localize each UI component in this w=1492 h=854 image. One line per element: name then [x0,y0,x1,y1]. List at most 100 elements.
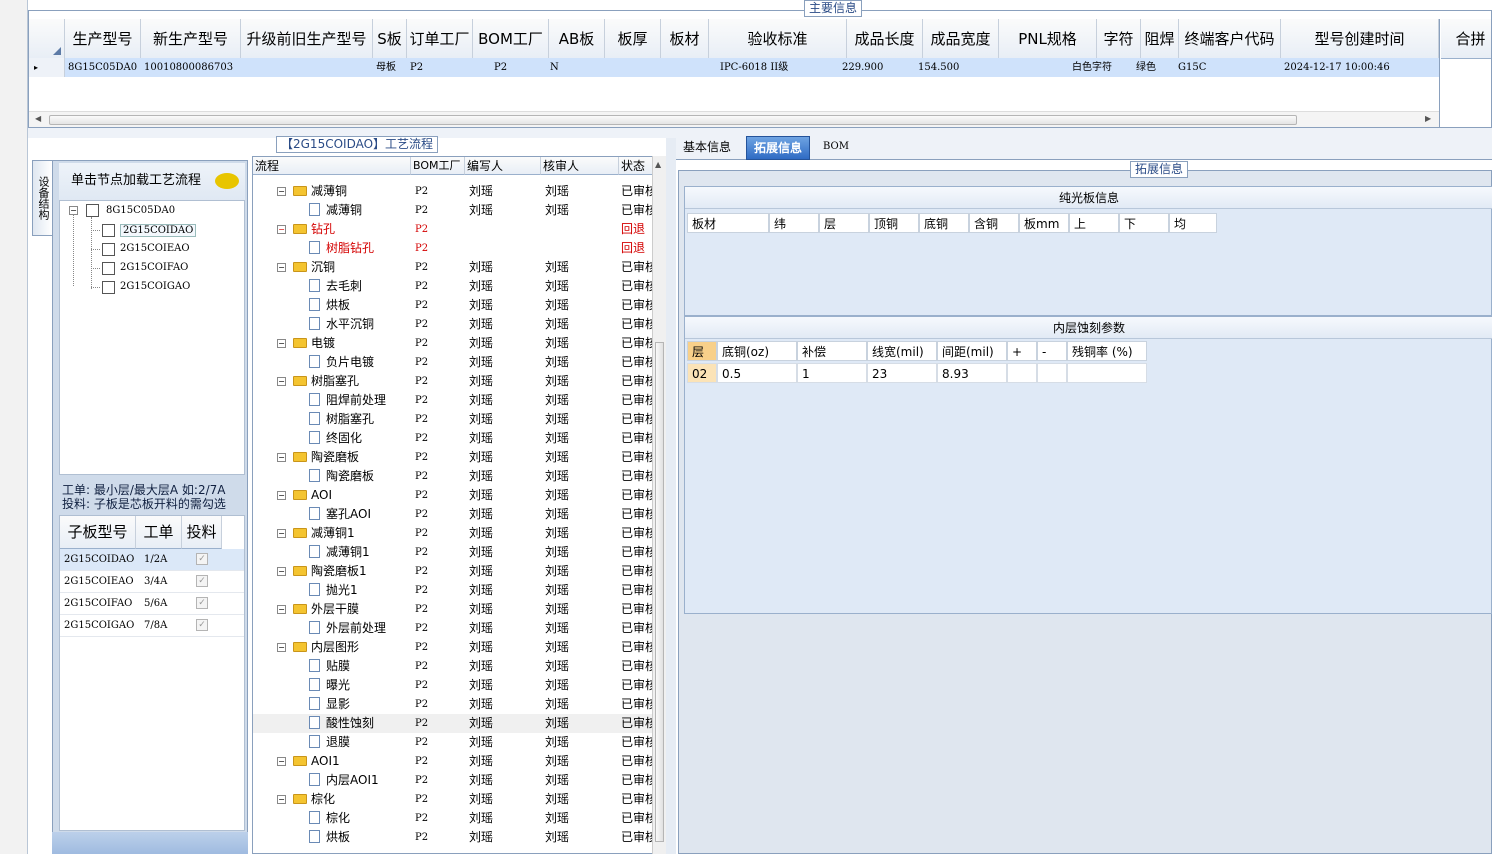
feed-checkbox[interactable]: ✓ [196,597,208,609]
collapse-icon[interactable]: − [277,529,286,538]
feed-checkbox[interactable]: ✓ [196,553,208,565]
row-cell-10[interactable]: 229.900 [839,58,915,77]
main-info-grid[interactable]: 生产型号 新生产型号 升级前旧生产型号 S板 订单工厂 BOM工厂 AB板 板厚 板材 验收标准成… [28,10,1492,128]
tree-node[interactable]: 2G15COIFAO [120,262,188,273]
collapse-icon[interactable]: − [277,491,286,500]
scrollbar-thumb[interactable] [49,115,1297,125]
collapse-icon[interactable]: − [277,605,286,614]
row-cell-17[interactable] [1441,58,1491,77]
collapse-icon[interactable]: − [277,187,286,196]
process-row[interactable]: 电镀 − P2 刘瑶 刘瑶 已审核 [253,334,653,353]
process-row[interactable]: 阻焊前处理 P2 刘瑶 刘瑶 已审核 [253,391,653,410]
row-cell-1[interactable]: 10010800086703 [141,58,241,77]
collapse-icon[interactable]: − [69,206,78,215]
col-header-16[interactable]: 型号创建时间 [1281,19,1439,59]
detail-tabs[interactable]: 基本信息 拓展信息 BOM [676,136,1492,160]
row-cell-15[interactable]: G15C [1175,58,1277,77]
col-header-13[interactable]: 字符 [1097,19,1141,59]
process-row[interactable]: 终固化 P2 刘瑶 刘瑶 已审核 [253,429,653,448]
tree-node[interactable]: 2G15COIEAO [120,243,190,254]
etch-cell-2[interactable]: 1 [797,363,867,383]
collapse-icon[interactable]: − [277,225,286,234]
col-header-14[interactable]: 阻焊 [1141,19,1179,59]
process-row[interactable]: 负片电镀 P2 刘瑶 刘瑶 已审核 [253,353,653,372]
collapse-icon[interactable]: − [277,757,286,766]
etch-cell-4[interactable]: 8.93 [937,363,1007,383]
row-cell-2[interactable] [241,58,373,77]
sub-row[interactable]: 2G15COIEAO 3/4A ✓ [60,571,244,593]
etch-cell-0[interactable]: 02 [687,363,717,383]
tree-root[interactable]: 8G15C05DA0 [106,205,175,216]
col-header-10[interactable]: 成品长度 [847,19,923,59]
sub-row[interactable]: 2G15COIGAO 7/8A ✓ [60,615,244,637]
process-row[interactable]: 显影 P2 刘瑶 刘瑶 已审核 [253,695,653,714]
sub-row[interactable]: 2G15COIDAO 1/2A ✓ [60,549,244,571]
collapse-icon[interactable]: − [277,339,286,348]
etch-cell-3[interactable]: 23 [867,363,937,383]
sub-header-1[interactable]: 工单 [136,516,182,549]
collapse-icon[interactable]: − [277,263,286,272]
process-scrollbar[interactable]: ▲ [652,156,666,854]
col-header-15[interactable]: 终端客户代码 [1179,19,1281,59]
col-header-3[interactable]: S板 [373,19,407,59]
scroll-left-icon[interactable]: ◀ [35,114,41,123]
process-row[interactable]: 烘板 P2 刘瑶 刘瑶 已审核 [253,828,653,847]
process-row[interactable]: 减薄铜1 P2 刘瑶 刘瑶 已审核 [253,543,653,562]
device-structure-tab[interactable]: 设备结构 [32,160,52,236]
tree-node[interactable]: 2G15COIDAO [120,224,197,237]
process-row[interactable]: 内层AOI1 P2 刘瑶 刘瑶 已审核 [253,771,653,790]
tab-extended-info[interactable]: 拓展信息 [746,136,811,160]
process-tree-grid[interactable]: 流程BOM工厂编写人核审人状态 减薄铜−P2刘瑶刘瑶已审核减薄铜P2刘瑶刘瑶已审… [252,156,666,854]
col-header-7[interactable]: 板厚 [605,19,661,59]
sub-header-0[interactable]: 子板型号 [60,516,136,549]
process-row[interactable]: 棕化 P2 刘瑶 刘瑶 已审核 [253,809,653,828]
process-header-0[interactable]: 流程 [253,157,411,175]
sub-header-2[interactable]: 投料 [182,516,222,549]
scroll-up-icon[interactable]: ▲ [655,160,661,169]
col-header-1[interactable]: 新生产型号 [141,19,241,59]
etch-cell-5[interactable] [1007,363,1037,383]
col-header-12[interactable]: PNL规格 [999,19,1097,59]
process-row[interactable]: 烘板 P2 刘瑶 刘瑶 已审核 [253,296,653,315]
sub-board-grid[interactable]: 子板型号 工单 投料 2G15COIDAO 1/2A ✓ 2G15COIEAO 3/4A ✓ 2… [59,515,245,831]
row-cell-14[interactable]: 绿色 [1133,58,1171,77]
process-row[interactable]: 树脂钻孔 P2 回退 [253,239,653,258]
row-cell-13[interactable]: 白色字符 [1069,58,1113,77]
collapse-icon[interactable]: − [277,377,286,386]
col-header-2[interactable]: 升级前旧生产型号 [241,19,373,59]
row-cell-7[interactable] [605,58,661,77]
tab-basic-info[interactable]: 基本信息 [676,136,738,160]
process-row[interactable]: 外层前处理 P2 刘瑶 刘瑶 已审核 [253,619,653,638]
vertical-splitter[interactable] [666,138,676,854]
process-row[interactable]: 陶瓷磨板 P2 刘瑶 刘瑶 已审核 [253,467,653,486]
process-row[interactable]: 陶瓷磨板 − P2 刘瑶 刘瑶 已审核 [253,448,653,467]
collapse-icon[interactable]: − [277,567,286,576]
tree-node[interactable]: 2G15COIGAO [120,281,190,292]
process-header-1[interactable]: BOM工厂 [411,157,465,175]
col-header-0[interactable]: 生产型号 [65,19,141,59]
row-cell-8[interactable] [661,58,709,77]
process-row[interactable]: 退膜 P2 刘瑶 刘瑶 已审核 [253,733,653,752]
process-header-4[interactable]: 状态 [619,157,653,175]
col-header-4[interactable]: 订单工厂 [407,19,473,59]
feed-checkbox[interactable]: ✓ [196,575,208,587]
process-row[interactable]: 内层图形 − P2 刘瑶 刘瑶 已审核 [253,638,653,657]
process-row[interactable]: 陶瓷磨板1 − P2 刘瑶 刘瑶 已审核 [253,562,653,581]
row-cell-3[interactable]: 母板 [373,58,407,77]
process-row[interactable]: 棕化 − P2 刘瑶 刘瑶 已审核 [253,790,653,809]
collapse-icon[interactable]: − [277,795,286,804]
col-header-9[interactable]: 验收标准 [709,19,847,59]
process-row[interactable]: 减薄铜1 − P2 刘瑶 刘瑶 已审核 [253,524,653,543]
process-row[interactable]: AOI − P2 刘瑶 刘瑶 已审核 [253,486,653,505]
process-row[interactable]: 去毛刺 P2 刘瑶 刘瑶 已审核 [253,277,653,296]
horizontal-scrollbar[interactable]: ◀ ▶ [29,111,1439,127]
col-header-8[interactable]: 板材 [661,19,709,59]
row-cell-0[interactable]: 8G15C05DA0 [65,58,141,77]
process-row[interactable]: 抛光1 P2 刘瑶 刘瑶 已审核 [253,581,653,600]
row-cell-11[interactable]: 154.500 [915,58,991,77]
process-row[interactable]: 塞孔AOI P2 刘瑶 刘瑶 已审核 [253,505,653,524]
col-header-17[interactable]: 合拼 [1441,19,1491,59]
process-row[interactable]: 减薄铜 − P2 刘瑶 刘瑶 已审核 [253,182,653,201]
etch-cell-1[interactable]: 0.5 [717,363,797,383]
process-row[interactable]: 沉铜 − P2 刘瑶 刘瑶 已审核 [253,258,653,277]
